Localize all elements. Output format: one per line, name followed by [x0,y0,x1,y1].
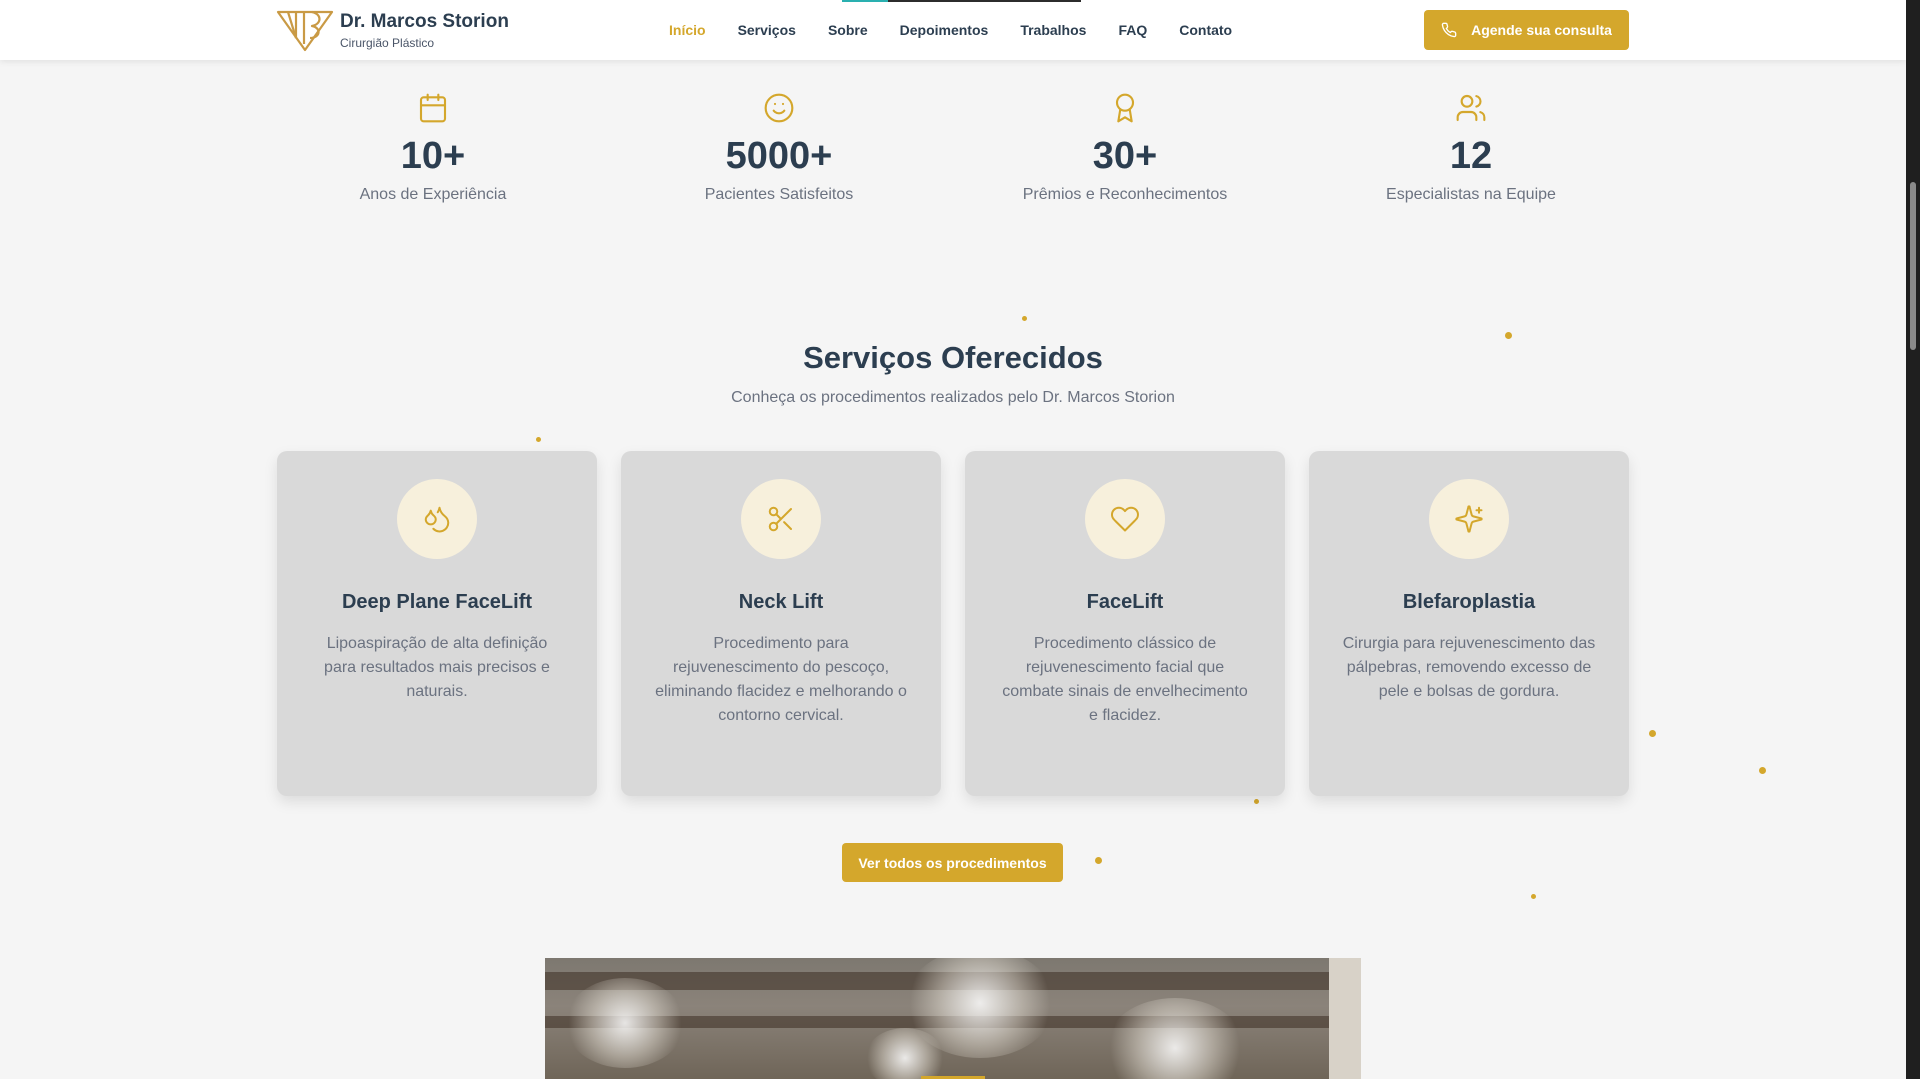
stat-value: 12 [1449,135,1493,177]
calendar-icon [419,93,447,123]
nav-link-depoimentos[interactable]: Depoimentos [900,22,989,38]
brand-subtitle: Cirurgião Plástico [340,36,435,50]
stat-awards: 30+ Prêmios e Reconhecimentos [975,92,1275,204]
smile-icon [764,93,794,123]
stat-years: 10+ Anos de Experiência [283,92,583,204]
page-scrollbar[interactable] [1906,0,1920,1079]
decorative-dot [1531,894,1536,899]
service-icon-circle [1429,479,1509,559]
stat-label: Prêmios e Reconhecimentos [1022,186,1228,203]
photo-edge-panel [1329,958,1361,1079]
schedule-consultation-label: Agende sua consulta [1471,22,1612,38]
view-all-procedures-button[interactable]: Ver todos os procedimentos [842,843,1063,882]
brand-logo[interactable] [276,8,334,52]
services-title: Serviços Oferecidos [803,340,1103,375]
service-title: Deep Plane FaceLift [341,591,533,613]
decorative-dot [1649,730,1656,737]
chandelier-glow [565,978,685,1068]
service-icon-circle [741,479,821,559]
droplets-icon [424,506,450,533]
service-description: Lipoaspiração de alta definição para res… [324,635,550,700]
clinic-interior-photo [545,958,1361,1079]
nav-link-sobre[interactable]: Sobre [828,22,868,38]
service-card-neck-lift[interactable]: Neck Lift Procedimento para rejuvenescim… [621,451,941,796]
service-title: Neck Lift [738,591,824,613]
decorative-dot [1095,857,1102,864]
stat-specialists: 12 Especialistas na Equipe [1321,92,1621,204]
nav-link-contato[interactable]: Contato [1179,22,1232,38]
service-card-facelift[interactable]: FaceLift Procedimento clássico de rejuve… [965,451,1285,796]
nav-link-servicos[interactable]: Serviços [738,22,796,38]
stat-value: 10+ [400,135,466,177]
stat-label: Anos de Experiência [359,186,507,203]
nav-link-faq[interactable]: FAQ [1118,22,1147,38]
service-title: FaceLift [1086,591,1164,613]
stat-value: 30+ [1092,135,1158,177]
award-icon [1115,93,1135,123]
scrollbar-thumb[interactable] [1910,182,1916,350]
service-card-blefaroplastia[interactable]: Blefaroplastia Cirurgia para rejuvenesci… [1309,451,1629,796]
schedule-consultation-button[interactable]: Agende sua consulta [1424,10,1629,50]
stat-value: 5000+ [725,135,833,177]
site-header: Dr. Marcos Storion Cirurgião Plástico In… [0,0,1906,60]
sparkles-icon [1455,505,1483,533]
heart-icon [1111,506,1139,532]
decorative-dot [1759,767,1766,774]
service-description: Procedimento clássico de rejuvenesciment… [1002,635,1248,724]
service-description: Procedimento para rejuvenescimento do pe… [655,635,907,724]
stat-patients: 5000+ Pacientes Satisfeitos [629,92,929,204]
stat-label: Especialistas na Equipe [1386,186,1556,203]
page: Dr. Marcos Storion Cirurgião Plástico In… [0,0,1906,1079]
decorative-dot [536,437,541,442]
users-icon [1456,94,1486,122]
chandelier-glow [865,1028,945,1079]
service-icon-circle [1085,479,1165,559]
service-icon-circle [397,479,477,559]
chandelier-glow [1105,998,1245,1079]
nav-link-trabalhos[interactable]: Trabalhos [1020,22,1086,38]
service-description: Cirurgia para rejuvenescimento das pálpe… [1342,635,1596,700]
service-card-deep-plane-facelift[interactable]: Deep Plane FaceLift Lipoaspiração de alt… [277,451,597,796]
scissors-icon [768,506,792,532]
decorative-dot [1022,316,1027,321]
main-nav: Início Serviços Sobre Depoimentos Trabal… [669,0,1232,60]
services-subtitle: Conheça os procedimentos realizados pelo… [731,389,1175,406]
brand-name[interactable]: Dr. Marcos Storion [340,11,509,33]
stat-label: Pacientes Satisfeitos [704,186,854,203]
decorative-dot [1254,799,1259,804]
nav-link-inicio[interactable]: Início [669,22,706,38]
phone-icon [1441,22,1457,38]
service-title: Blefaroplastia [1402,591,1536,613]
decorative-dot [1505,332,1512,339]
